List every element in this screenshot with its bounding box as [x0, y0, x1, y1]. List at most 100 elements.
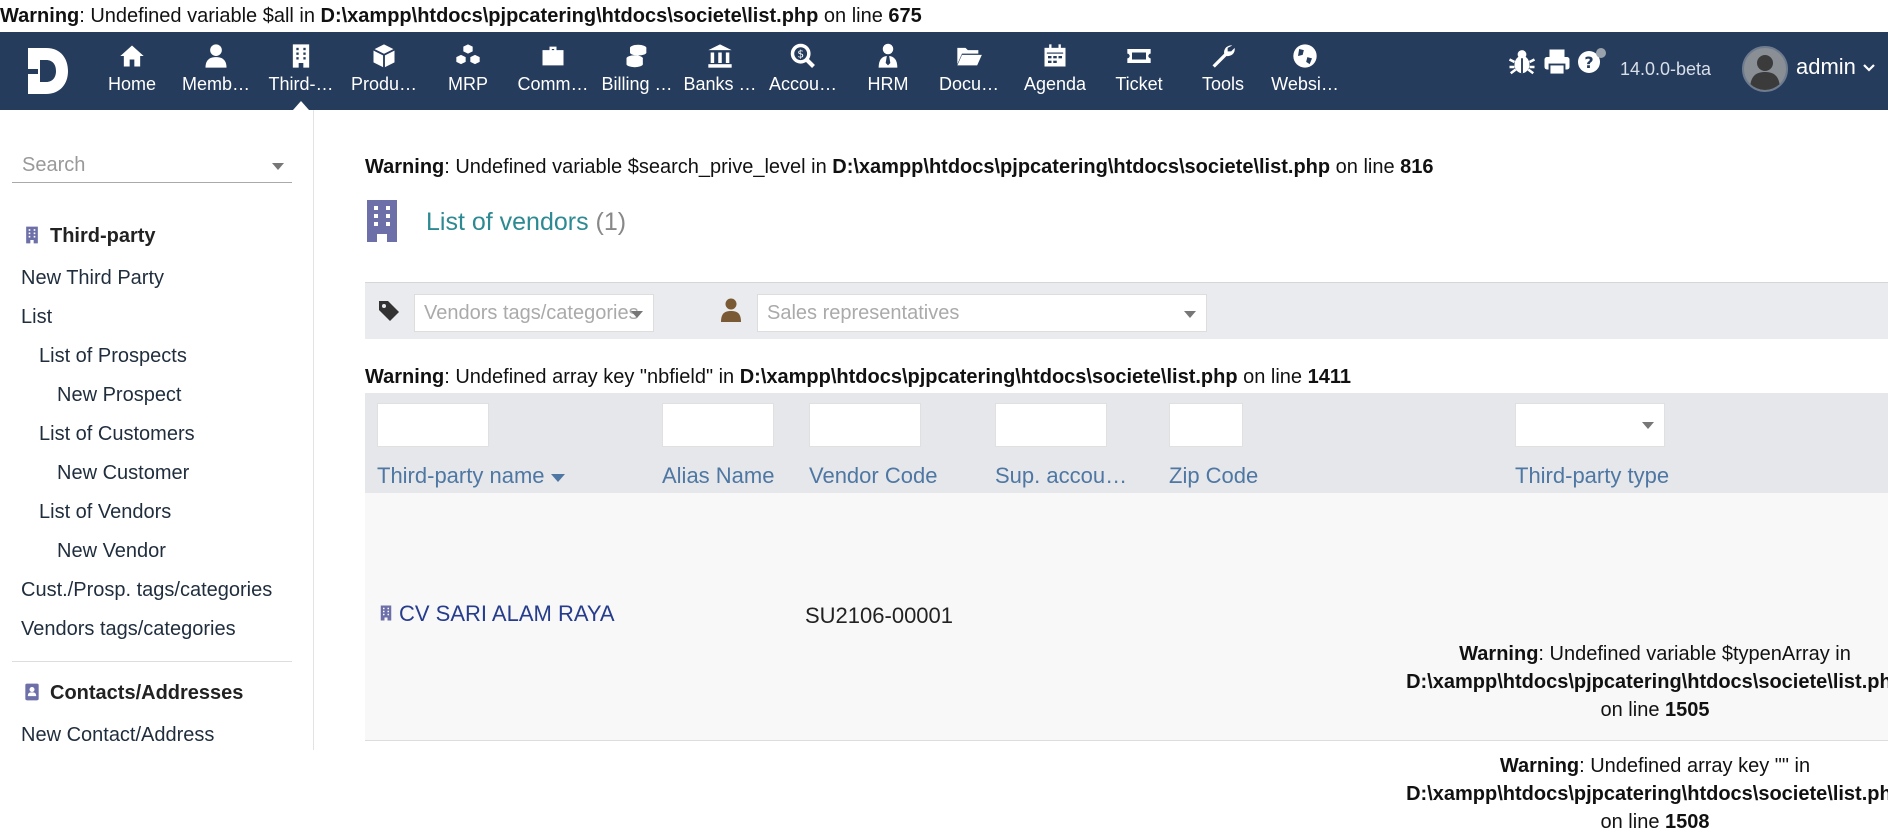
nav-hrm[interactable]: HRM [858, 32, 918, 110]
nav-tools[interactable]: Tools [1190, 32, 1256, 110]
select-placeholder: Vendors tags/categories [424, 302, 639, 324]
sidebar-item-new-contact[interactable]: New Contact/Address [21, 724, 214, 747]
warning-online: on line [1237, 366, 1308, 388]
chevron-down-icon[interactable] [1862, 61, 1876, 75]
column-third-party-name[interactable]: Third-party name [377, 463, 565, 489]
dropdown-arrow-icon [272, 163, 284, 170]
warning-line-number: 1508 [1665, 811, 1710, 833]
vendor-tags-select[interactable]: Vendors tags/categories [414, 294, 654, 332]
address-book-icon [25, 683, 39, 701]
bug-icon[interactable] [1507, 47, 1537, 77]
warning-row: on line 1508 [1275, 808, 1888, 836]
record-count: (1) [595, 208, 627, 236]
nav-home[interactable]: Home [100, 32, 164, 110]
briefcase-icon [542, 46, 564, 66]
filter-alias-input[interactable] [662, 403, 774, 447]
sidebar-item-new-customer[interactable]: New Customer [57, 462, 189, 485]
sidebar-item-list-vendors[interactable]: List of Vendors [39, 501, 171, 524]
nav-agenda[interactable]: Agenda [1020, 32, 1090, 110]
nav-commercial[interactable]: Comm… [515, 32, 591, 110]
third-party-name: CV SARI ALAM RAYA [399, 601, 615, 626]
select-placeholder: Sales representatives [767, 302, 960, 324]
dropdown-arrow-icon [1184, 311, 1196, 318]
nav-members[interactable]: Memb… [178, 32, 254, 110]
user-name[interactable]: admin [1796, 54, 1856, 80]
nav-label: Docu… [938, 74, 1000, 94]
calendar-icon [1044, 44, 1066, 67]
warning-message: : Undefined variable $all in [79, 5, 321, 27]
search-select[interactable]: Search [12, 150, 292, 183]
warning-label: Warning [1499, 755, 1580, 777]
warning-label: Warning [365, 156, 445, 178]
warning-online: on line [1600, 699, 1665, 721]
filter-name-input[interactable] [377, 403, 489, 447]
nav-third-party[interactable]: Third-… [265, 32, 337, 110]
print-icon[interactable] [1542, 47, 1572, 77]
svg-text:$: $ [797, 49, 804, 61]
sidebar-item-list-prospects[interactable]: List of Prospects [39, 345, 187, 368]
column-supplier-account[interactable]: Sup. accou… [995, 463, 1127, 489]
sidebar-item-list-customers[interactable]: List of Customers [39, 423, 195, 446]
dropdown-arrow-icon [631, 311, 643, 318]
help-icon[interactable]: ? [1577, 47, 1607, 77]
nav-label: HRM [867, 74, 909, 94]
nav-label: MRP [448, 74, 488, 94]
building-icon [380, 605, 392, 621]
sidebar-heading-third-party[interactable]: Third-party [22, 225, 156, 248]
search-dollar-icon: $ [790, 43, 815, 68]
sidebar-item-list[interactable]: List [21, 306, 52, 329]
column-alias-name[interactable]: Alias Name [662, 463, 774, 489]
folder-icon [957, 47, 982, 66]
sales-representatives-select[interactable]: Sales representatives [757, 294, 1207, 332]
filter-vendor-code-input[interactable] [809, 403, 921, 447]
warning-row: D:\xampp\htdocs\pjpcatering\htdocs\socie… [1275, 780, 1888, 808]
sidebar-item-new-prospect[interactable]: New Prospect [57, 384, 182, 407]
user-avatar[interactable] [1742, 46, 1788, 92]
php-warning-line-675: Warning: Undefined variable $all in D:\x… [0, 3, 922, 29]
user-silhouette-icon [1750, 55, 1780, 90]
nav-billing[interactable]: Billing … [601, 32, 673, 110]
nav-label: Home [107, 74, 156, 94]
nav-banks[interactable]: Banks … [683, 32, 757, 110]
warning-label: Warning [0, 5, 80, 27]
globe-icon [1293, 44, 1317, 68]
filter-type-select[interactable] [1515, 403, 1665, 447]
bank-icon [708, 44, 732, 68]
building-icon [367, 200, 397, 242]
filter-supplier-account-input[interactable] [995, 403, 1107, 447]
nav-products[interactable]: Produ… [346, 32, 422, 110]
main-content: Warning: Undefined variable $search_priv… [313, 110, 1888, 833]
warning-online: on line [1600, 811, 1665, 833]
warning-online: on line [818, 5, 889, 27]
building-icon [26, 226, 38, 244]
tag-icon [379, 301, 399, 321]
sidebar-item-cust-tags[interactable]: Cust./Prosp. tags/categories [21, 579, 272, 602]
warning-label: Warning [365, 366, 445, 388]
nav-label: Billing … [601, 74, 673, 94]
page-title-text: List of vendors [426, 208, 589, 236]
nav-mrp[interactable]: MRP [438, 32, 498, 110]
dolibarr-logo-icon[interactable] [22, 44, 72, 98]
column-vendor-code[interactable]: Vendor Code [809, 463, 937, 489]
column-third-party-type[interactable]: Third-party type [1515, 463, 1669, 489]
filter-zip-input[interactable] [1169, 403, 1243, 447]
nav-label: Ticket [1115, 74, 1163, 94]
sidebar-item-new-third-party[interactable]: New Third Party [21, 267, 164, 290]
nav-documents[interactable]: Docu… [934, 32, 1004, 110]
search-placeholder: Search [22, 154, 86, 176]
sidebar-item-new-vendor[interactable]: New Vendor [57, 540, 166, 563]
nav-website[interactable]: Websi… [1270, 32, 1340, 110]
version-label: 14.0.0-beta [1620, 59, 1712, 79]
sidebar-item-vendor-tags[interactable]: Vendors tags/categories [21, 618, 236, 641]
nav-accounting[interactable]: $ Accou… [765, 32, 841, 110]
member-icon [205, 44, 227, 68]
coins-icon [626, 44, 647, 68]
third-party-link[interactable]: CV SARI ALAM RAYA [377, 601, 615, 627]
nav-ticket[interactable]: Ticket [1106, 32, 1172, 110]
sidebar-heading-contacts[interactable]: Contacts/Addresses [22, 682, 243, 705]
dropdown-arrow-icon [1642, 422, 1654, 429]
nav-label: Tools [1201, 74, 1245, 94]
top-navbar: Home Memb… Third-… Produ… MRP Comm… Bill… [0, 32, 1888, 110]
user-tie-icon [878, 43, 898, 68]
column-zip-code[interactable]: Zip Code [1169, 463, 1258, 489]
